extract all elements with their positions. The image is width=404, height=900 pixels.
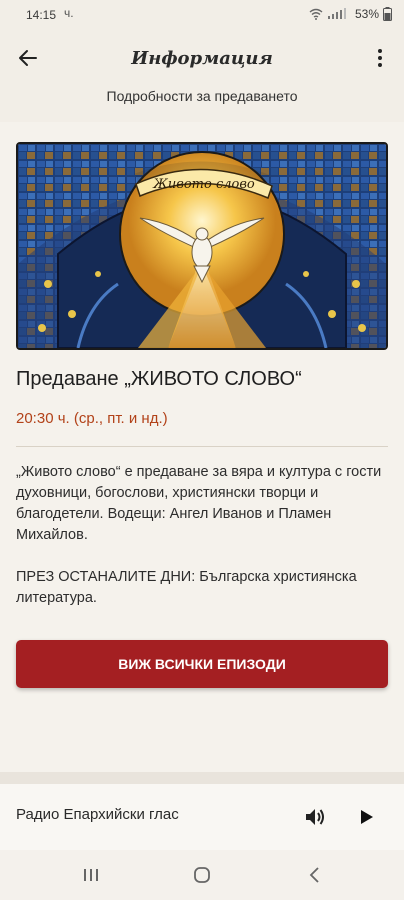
play-button[interactable] [352,802,382,832]
home-icon [194,867,210,883]
status-notification: ч. [64,6,74,20]
player-separator [0,772,404,784]
mini-player: Радио Епархийски глас [0,784,404,850]
more-vert-icon [378,49,382,67]
volume-button[interactable] [300,802,330,832]
show-hero-image: Живото слово [16,142,388,350]
status-time: 14:15 [26,8,57,22]
system-back-button[interactable] [300,862,330,888]
battery-icon [383,7,392,21]
recents-button[interactable] [76,862,106,888]
view-all-episodes-button[interactable]: ВИЖ ВСИЧКИ ЕПИЗОДИ [16,640,388,688]
recents-icon [84,869,98,881]
show-schedule: 20:30 ч. (ср., пт. и нд.) [16,410,168,427]
app-bar: Информация Подробности за предаването [0,30,404,122]
divider [16,446,388,447]
page-subtitle: Подробности за предаването [106,88,298,104]
system-nav-bar [0,850,404,900]
signal-icon [327,8,346,19]
show-description: „Живото слово“ е предаване за вяра и кул… [16,462,388,630]
hero-title-text: Живото слово [152,177,255,192]
show-title: Предаване „ЖИВОТО СЛОВО“ [16,368,302,390]
back-nav-icon [309,867,319,883]
play-icon [361,810,373,824]
status-icons: 53% [309,7,392,21]
page-title: Информация [131,48,273,69]
description-paragraph: ПРЕЗ ОСТАНАЛИТЕ ДНИ: Българска християнс… [16,569,357,606]
more-options-button[interactable] [368,42,392,74]
wifi-icon [309,8,323,20]
home-button[interactable] [187,862,217,888]
details-content: Живото слово Предаване „ЖИВОТО СЛОВО“ 20… [0,122,404,772]
volume-icon [306,809,324,825]
battery-percent: 53% [354,7,379,21]
status-bar: 14:15 ч. 53% [0,0,404,30]
description-paragraph: „Живото слово“ е предаване за вяра и кул… [16,464,382,543]
station-name: Радио Епархийски глас [16,806,179,823]
